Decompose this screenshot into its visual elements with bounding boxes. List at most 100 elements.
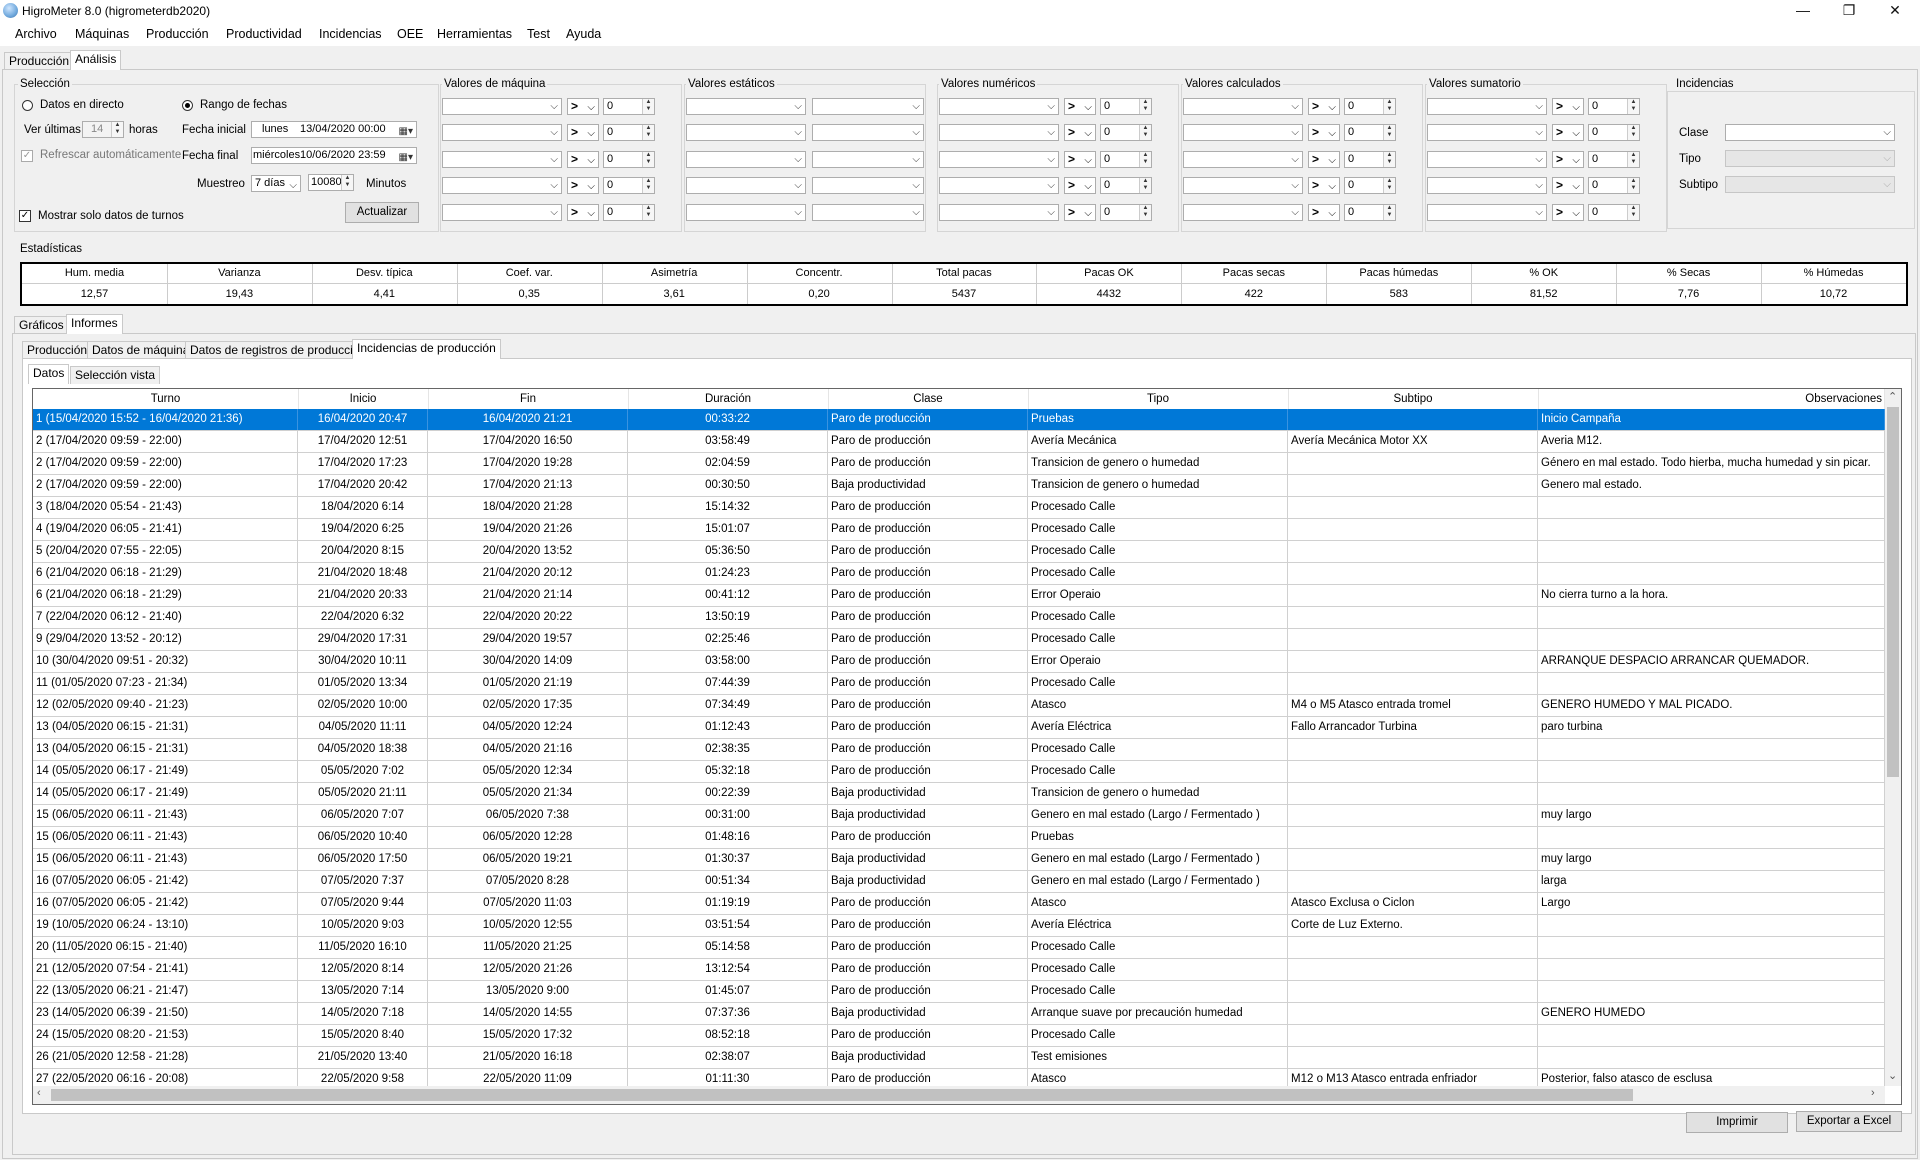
- tab-datos[interactable]: Datos: [28, 364, 70, 384]
- filter-field-select[interactable]: ⌵: [686, 204, 806, 221]
- filter-value-stepper[interactable]: 0 ▲ ▼: [1588, 98, 1640, 115]
- table-row[interactable]: 15 (06/05/2020 06:11 - 21:43) 06/05/2020 …: [33, 827, 1885, 849]
- column-header[interactable]: Subtipo: [1288, 389, 1539, 409]
- filter-operator-select[interactable]: > ⌵: [1308, 98, 1340, 115]
- column-header[interactable]: Observaciones: [1538, 389, 1885, 409]
- filter-field-select[interactable]: ⌵: [939, 124, 1059, 141]
- column-header[interactable]: Tipo: [1028, 389, 1289, 409]
- fecha-final-picker[interactable]: miércoles 10/06/2020 23:59 ▦▾: [251, 147, 417, 164]
- column-header[interactable]: Inicio: [298, 389, 429, 409]
- filter-value-stepper[interactable]: 0 ▲ ▼: [1100, 151, 1152, 168]
- menu-productividad[interactable]: Productividad: [226, 27, 302, 41]
- menu-maquinas[interactable]: Máquinas: [75, 27, 129, 41]
- spin-arrows-icon[interactable]: ▲ ▼: [1139, 125, 1151, 140]
- filter-value-stepper[interactable]: 0 ▲ ▼: [1100, 124, 1152, 141]
- filter-field-select[interactable]: ⌵: [686, 98, 806, 115]
- filter-value-stepper[interactable]: 0 ▲ ▼: [1588, 204, 1640, 221]
- filter-value-stepper[interactable]: 0 ▲ ▼: [1344, 151, 1396, 168]
- menu-oee[interactable]: OEE: [397, 27, 423, 41]
- column-header[interactable]: Fin: [428, 389, 629, 409]
- filter-operator-select[interactable]: > ⌵: [1552, 204, 1584, 221]
- column-header[interactable]: Clase: [828, 389, 1029, 409]
- filter-value-stepper[interactable]: 0 ▲ ▼: [1344, 177, 1396, 194]
- filter-operator-select[interactable]: > ⌵: [1064, 124, 1096, 141]
- minimize-button[interactable]: —: [1780, 0, 1826, 22]
- table-row[interactable]: 2 (17/04/2020 09:59 - 22:00) 17/04/2020 1…: [33, 431, 1885, 453]
- filter-operator-select[interactable]: > ⌵: [567, 124, 599, 141]
- spin-arrows-icon[interactable]: ▲ ▼: [1627, 152, 1639, 167]
- scroll-right-icon[interactable]: ›: [1871, 1087, 1875, 1099]
- filter-value-stepper[interactable]: 0 ▲ ▼: [1100, 98, 1152, 115]
- spin-arrows-icon[interactable]: ▲ ▼: [1139, 178, 1151, 193]
- filter-field-select[interactable]: ⌵: [1183, 124, 1303, 141]
- filter-operator-select[interactable]: > ⌵: [1308, 124, 1340, 141]
- filter-value-stepper[interactable]: 0 ▲ ▼: [603, 177, 655, 194]
- scroll-up-icon[interactable]: ⌃: [1888, 390, 1897, 403]
- table-row[interactable]: 22 (13/05/2020 06:21 - 21:47) 13/05/2020 …: [33, 981, 1885, 1003]
- filter-field-select[interactable]: ⌵: [1427, 204, 1547, 221]
- muestreo-select[interactable]: 7 días ⌵: [251, 175, 301, 192]
- table-row[interactable]: 1 (15/04/2020 15:52 - 16/04/2020 21:36) 1…: [33, 409, 1885, 431]
- actualizar-button[interactable]: Actualizar: [345, 202, 419, 223]
- filter-value-stepper[interactable]: 0 ▲ ▼: [1344, 124, 1396, 141]
- table-row[interactable]: 2 (17/04/2020 09:59 - 22:00) 17/04/2020 1…: [33, 453, 1885, 475]
- filter-field-select[interactable]: ⌵: [939, 204, 1059, 221]
- table-row[interactable]: 6 (21/04/2020 06:18 - 21:29) 21/04/2020 1…: [33, 563, 1885, 585]
- spin-arrows-icon[interactable]: ▲ ▼: [1383, 125, 1395, 140]
- menu-produccion[interactable]: Producción: [146, 27, 209, 41]
- filter-value-stepper[interactable]: 0 ▲ ▼: [1100, 177, 1152, 194]
- exportar-excel-button[interactable]: Exportar a Excel: [1796, 1111, 1902, 1132]
- filter-operator-select[interactable]: > ⌵: [567, 98, 599, 115]
- filter-operator-select[interactable]: > ⌵: [1308, 177, 1340, 194]
- column-header[interactable]: Turno: [33, 389, 299, 409]
- spin-arrows-icon[interactable]: ▲ ▼: [1139, 205, 1151, 220]
- tab-graficos[interactable]: Gráficos: [14, 316, 69, 334]
- filter-operator-select[interactable]: > ⌵: [1064, 177, 1096, 194]
- filter-field-select[interactable]: ⌵: [1183, 177, 1303, 194]
- filter-value-stepper[interactable]: 0 ▲ ▼: [603, 98, 655, 115]
- table-row[interactable]: 21 (12/05/2020 07:54 - 21:41) 12/05/2020 …: [33, 959, 1885, 981]
- spin-arrows-icon[interactable]: ▲ ▼: [1383, 178, 1395, 193]
- table-row[interactable]: 12 (02/05/2020 09:40 - 21:23) 02/05/2020 …: [33, 695, 1885, 717]
- table-row[interactable]: 24 (15/05/2020 08:20 - 21:53) 15/05/2020 …: [33, 1025, 1885, 1047]
- filter-field-select[interactable]: ⌵: [812, 124, 924, 141]
- table-row[interactable]: 20 (11/05/2020 06:15 - 21:40) 11/05/2020 …: [33, 937, 1885, 959]
- filter-value-stepper[interactable]: 0 ▲ ▼: [1588, 151, 1640, 168]
- filter-value-stepper[interactable]: 0 ▲ ▼: [1344, 204, 1396, 221]
- rango-fechas-radio[interactable]: [182, 100, 193, 111]
- filter-field-select[interactable]: ⌵: [1427, 124, 1547, 141]
- filter-field-select[interactable]: ⌵: [1427, 98, 1547, 115]
- table-row[interactable]: 16 (07/05/2020 06:05 - 21:42) 07/05/2020 …: [33, 871, 1885, 893]
- table-row[interactable]: 5 (20/04/2020 07:55 - 22:05) 20/04/2020 8…: [33, 541, 1885, 563]
- spin-arrows-icon[interactable]: ▲ ▼: [642, 178, 654, 193]
- calendar-icon[interactable]: ▦▾: [399, 124, 413, 139]
- horizontal-scrollbar[interactable]: ‹ ›: [33, 1086, 1885, 1104]
- spin-arrows-icon[interactable]: ▲ ▼: [642, 205, 654, 220]
- tab-informes[interactable]: Informes: [66, 314, 123, 334]
- table-row[interactable]: 19 (10/05/2020 06:24 - 13:10) 10/05/2020 …: [33, 915, 1885, 937]
- menu-test[interactable]: Test: [527, 27, 550, 41]
- filter-operator-select[interactable]: > ⌵: [1064, 151, 1096, 168]
- filter-value-stepper[interactable]: 0 ▲ ▼: [603, 151, 655, 168]
- tab-report-incidencias[interactable]: Incidencias de producción: [352, 339, 501, 359]
- menu-archivo[interactable]: Archivo: [15, 27, 57, 41]
- table-row[interactable]: 16 (07/05/2020 06:05 - 21:42) 07/05/2020 …: [33, 893, 1885, 915]
- clase-select[interactable]: ⌵: [1725, 124, 1895, 141]
- spin-arrows-icon[interactable]: ▲ ▼: [642, 152, 654, 167]
- table-row[interactable]: 3 (18/04/2020 05:54 - 21:43) 18/04/2020 6…: [33, 497, 1885, 519]
- filter-field-select[interactable]: ⌵: [686, 151, 806, 168]
- subtipo-select[interactable]: ⌵: [1725, 176, 1895, 193]
- filter-operator-select[interactable]: > ⌵: [1308, 151, 1340, 168]
- filter-field-select[interactable]: ⌵: [686, 124, 806, 141]
- table-row[interactable]: 4 (19/04/2020 06:05 - 21:41) 19/04/2020 6…: [33, 519, 1885, 541]
- spin-arrows-icon[interactable]: ▲ ▼: [1627, 125, 1639, 140]
- column-header[interactable]: Duración: [628, 389, 829, 409]
- spin-arrows-icon[interactable]: ▲ ▼: [1627, 99, 1639, 114]
- spin-arrows-icon[interactable]: ▲ ▼: [1139, 99, 1151, 114]
- filter-field-select[interactable]: ⌵: [1427, 151, 1547, 168]
- scroll-down-icon[interactable]: ⌄: [1888, 1069, 1897, 1082]
- tab-report-produccion[interactable]: Producción: [22, 341, 93, 359]
- table-row[interactable]: 6 (21/04/2020 06:18 - 21:29) 21/04/2020 2…: [33, 585, 1885, 607]
- spin-arrows-icon[interactable]: ▲ ▼: [642, 99, 654, 114]
- mostrar-turnos-checkbox[interactable]: ✓: [19, 210, 31, 222]
